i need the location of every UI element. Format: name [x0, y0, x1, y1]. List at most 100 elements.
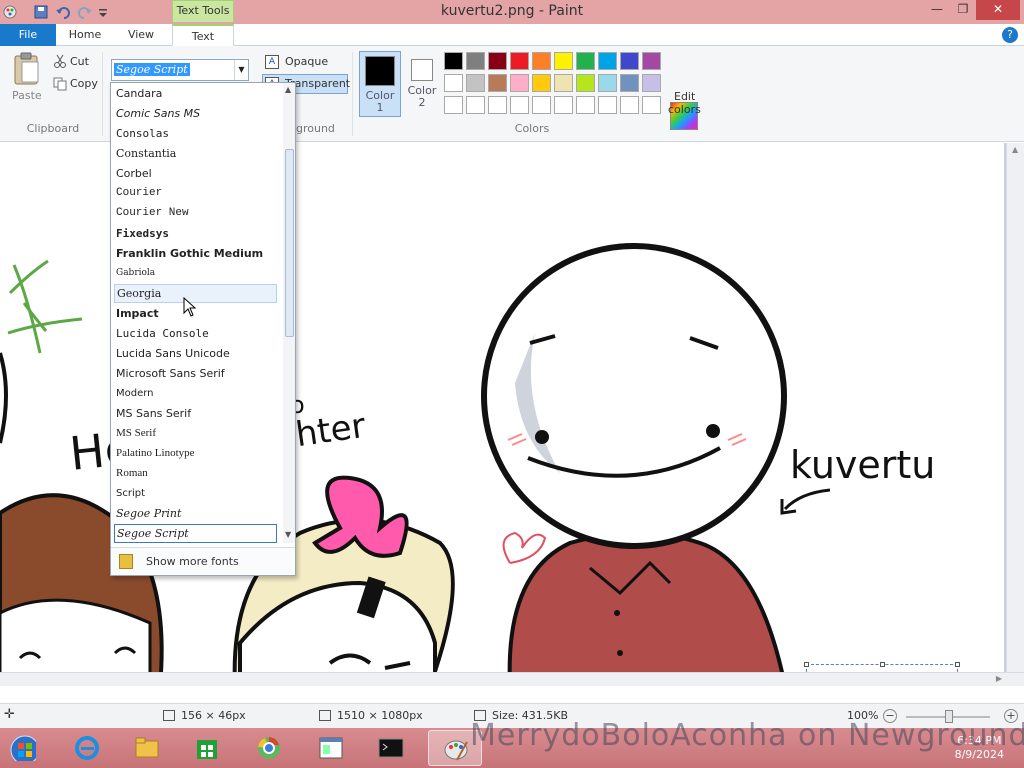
- color-swatch[interactable]: [598, 96, 617, 114]
- folder-icon: [135, 737, 159, 758]
- resize-handle[interactable]: [804, 662, 809, 667]
- show-more-fonts-link[interactable]: Show more fonts: [146, 555, 239, 568]
- color-swatch[interactable]: [466, 74, 485, 92]
- image-size-icon: [319, 710, 331, 721]
- color-swatch[interactable]: [532, 52, 551, 70]
- font-option[interactable]: Courier New: [114, 204, 277, 223]
- font-option[interactable]: Script: [114, 484, 277, 503]
- start-button[interactable]: [0, 730, 52, 766]
- resize-handle[interactable]: [880, 662, 885, 667]
- dropdown-scroll-thumb[interactable]: [285, 149, 294, 337]
- edit-colors-label-b[interactable]: colors: [668, 103, 701, 116]
- color-swatch[interactable]: [444, 52, 463, 70]
- font-option[interactable]: Palatino Linotype: [114, 444, 277, 463]
- taskbar-file-explorer[interactable]: [120, 730, 174, 766]
- font-option[interactable]: Roman: [114, 464, 277, 483]
- font-family-value[interactable]: Segoe Script: [114, 63, 190, 76]
- color-swatch[interactable]: [620, 52, 639, 70]
- font-option[interactable]: Franklin Gothic Medium: [114, 244, 277, 263]
- font-option[interactable]: Lucida Console: [114, 324, 277, 343]
- color-swatch[interactable]: [532, 74, 551, 92]
- color-swatch[interactable]: [554, 52, 573, 70]
- color-swatch[interactable]: [554, 74, 573, 92]
- chrome-icon: [258, 737, 280, 759]
- color-swatch[interactable]: [510, 96, 529, 114]
- color-swatch[interactable]: [642, 96, 661, 114]
- font-option[interactable]: MS Sans Serif: [114, 404, 277, 423]
- font-option[interactable]: Modern: [114, 384, 277, 403]
- color-swatch[interactable]: [598, 52, 617, 70]
- font-option[interactable]: Constantia: [114, 144, 277, 163]
- paste-icon[interactable]: [12, 52, 42, 88]
- dropdown-scrollbar[interactable]: ▲ ▼: [283, 83, 295, 543]
- horizontal-scrollbar[interactable]: ▶: [0, 672, 1024, 686]
- watermark-text: MerrydoBoloAconha on Newgrounds: [470, 718, 1024, 753]
- taskbar-window[interactable]: [304, 730, 358, 766]
- font-option[interactable]: Segoe Print: [114, 504, 277, 523]
- font-dropdown-list[interactable]: Candara Comic Sans MS Consolas Constantia Co…: [110, 82, 296, 576]
- font-option[interactable]: Fixedsys: [114, 224, 277, 243]
- color-swatch[interactable]: [488, 96, 507, 114]
- minimize-button[interactable]: —: [924, 0, 950, 20]
- font-option[interactable]: Corbel: [114, 164, 277, 183]
- color-swatch[interactable]: [466, 52, 485, 70]
- help-button[interactable]: ?: [1002, 27, 1018, 43]
- font-family-combobox[interactable]: Segoe Script ▼: [111, 59, 249, 81]
- close-button[interactable]: ✕: [976, 0, 1020, 20]
- color-swatch[interactable]: [532, 96, 551, 114]
- font-option[interactable]: Consolas: [114, 124, 277, 143]
- color-swatch[interactable]: [488, 52, 507, 70]
- color-swatch[interactable]: [510, 74, 529, 92]
- copy-button[interactable]: Copy: [70, 77, 98, 90]
- vertical-scrollbar[interactable]: ▲: [1006, 143, 1024, 686]
- taskbar-command-prompt[interactable]: [364, 730, 418, 766]
- color-swatch[interactable]: [620, 74, 639, 92]
- maximize-button[interactable]: ❐: [950, 0, 976, 20]
- color-swatch[interactable]: [576, 96, 595, 114]
- scroll-down-icon[interactable]: ▼: [285, 530, 291, 539]
- scroll-up-icon[interactable]: ▲: [1012, 145, 1018, 154]
- resize-handle[interactable]: [955, 662, 960, 667]
- color-swatch[interactable]: [576, 74, 595, 92]
- scroll-up-icon[interactable]: ▲: [285, 85, 291, 94]
- color-swatch[interactable]: [620, 96, 639, 114]
- color-swatch[interactable]: [576, 52, 595, 70]
- color2-swatch: [411, 59, 433, 81]
- font-option[interactable]: Candara: [114, 84, 277, 103]
- opaque-button[interactable]: A Opaque: [262, 52, 348, 72]
- color-swatch[interactable]: [510, 52, 529, 70]
- color-swatch[interactable]: [642, 52, 661, 70]
- font-option[interactable]: Courier: [114, 184, 277, 203]
- color2-button[interactable]: Color 2: [404, 51, 440, 117]
- paste-button[interactable]: Paste: [12, 89, 42, 102]
- tab-file[interactable]: File: [0, 24, 56, 46]
- font-option[interactable]: Gabriola: [114, 264, 277, 283]
- selection-size: 156 × 46px: [181, 709, 246, 722]
- font-option[interactable]: Comic Sans MS: [114, 104, 277, 123]
- color-swatch[interactable]: [488, 74, 507, 92]
- color1-button[interactable]: Color 1: [359, 51, 401, 117]
- taskbar-internet-explorer[interactable]: [60, 730, 114, 766]
- tab-view[interactable]: View: [114, 24, 168, 46]
- tab-home[interactable]: Home: [60, 24, 110, 46]
- sparkle-icon: [7, 259, 83, 354]
- color-swatch[interactable]: [466, 96, 485, 114]
- cut-button[interactable]: Cut: [70, 55, 89, 68]
- font-option[interactable]: Lucida Sans Unicode: [114, 344, 277, 363]
- color-swatch[interactable]: [642, 74, 661, 92]
- show-more-fonts-row[interactable]: Show more fonts: [111, 547, 295, 575]
- taskbar-store[interactable]: [180, 730, 234, 766]
- font-option[interactable]: Microsoft Sans Serif: [114, 364, 277, 383]
- opaque-label: Opaque: [285, 55, 329, 68]
- edit-colors-label-a[interactable]: Edit: [674, 90, 695, 103]
- chevron-down-icon[interactable]: ▼: [234, 60, 248, 80]
- color-swatch[interactable]: [554, 96, 573, 114]
- font-option[interactable]: Segoe Script: [114, 524, 277, 543]
- color-swatch[interactable]: [444, 74, 463, 92]
- font-option[interactable]: MS Serif: [114, 424, 277, 443]
- tab-text[interactable]: Text: [172, 24, 234, 46]
- color-swatch[interactable]: [444, 96, 463, 114]
- color-swatch[interactable]: [598, 74, 617, 92]
- taskbar-chrome[interactable]: [242, 730, 296, 766]
- scroll-right-icon[interactable]: ▶: [996, 674, 1002, 683]
